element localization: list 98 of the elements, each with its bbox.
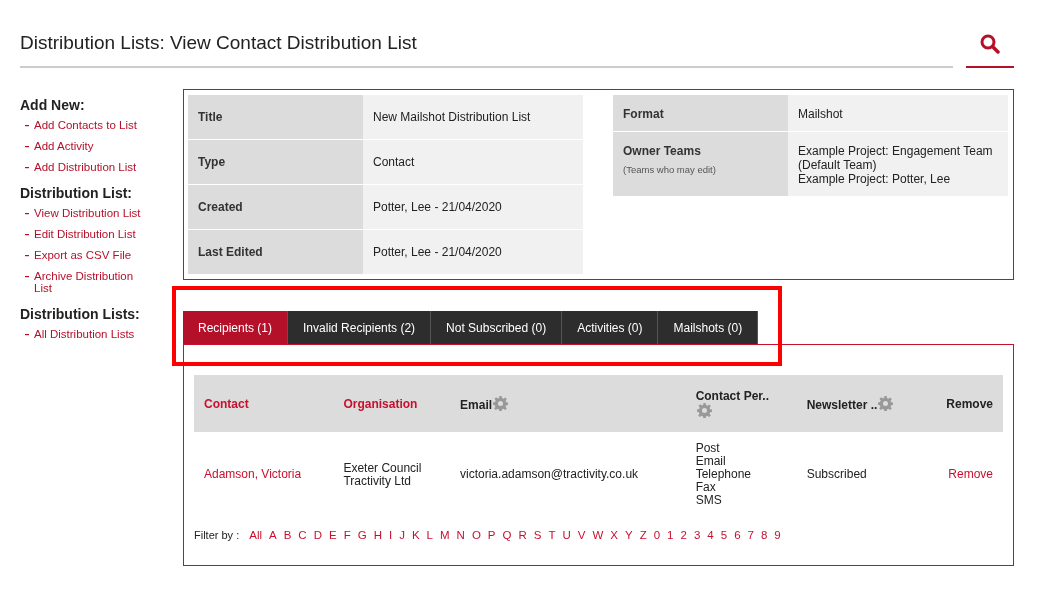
filter-link[interactable]: 1 — [667, 529, 674, 541]
table-cell-text: Fax — [695, 481, 716, 494]
sidebar-link[interactable]: All Distribution Lists — [34, 328, 135, 340]
table-cell-text: Telephone — [695, 468, 752, 481]
filter-link[interactable]: R — [518, 529, 527, 541]
sidebar-heading: Distribution Lists: — [20, 306, 141, 322]
filter-link[interactable]: T — [548, 529, 556, 541]
filter-link[interactable]: Q — [502, 529, 512, 541]
dash-icon — [25, 334, 29, 336]
contact-name-link[interactable]: Adamson, Victoria — [204, 467, 302, 481]
table-cell: victoria.adamson@tractivity.co.uk — [460, 467, 639, 481]
dash-icon — [25, 234, 29, 236]
page-title: Distribution Lists: View Contact Distribution List — [20, 32, 953, 68]
detail-label: Owner Teams — [623, 144, 702, 158]
filter-link[interactable]: B — [283, 529, 292, 541]
sidebar-link[interactable]: Add Distribution List — [34, 161, 137, 173]
filter-link[interactable]: A — [269, 529, 277, 541]
filter-link[interactable]: 6 — [734, 529, 741, 541]
filter-link[interactable]: F — [343, 529, 351, 541]
detail-label: Last Edited — [188, 230, 363, 274]
dash-icon — [25, 167, 29, 169]
remove-link[interactable]: Remove — [948, 467, 993, 481]
column-header: Email — [460, 397, 493, 412]
dash-icon — [25, 146, 29, 148]
filter-link[interactable]: W — [592, 529, 604, 541]
sidebar-heading: Add New: — [20, 97, 86, 113]
table-cell-text: Tractivity Ltd — [343, 474, 412, 488]
detail-note: (Teams who may edit) — [623, 164, 717, 175]
filter-link[interactable]: O — [471, 529, 481, 541]
sidebar-link[interactable]: View Distribution List — [34, 207, 141, 219]
tab[interactable]: Not Subscribed (0) — [431, 311, 563, 344]
sidebar-link[interactable]: Add Contacts to List — [34, 119, 137, 131]
column-header: Remove — [946, 396, 993, 411]
filter-link[interactable]: N — [456, 529, 465, 541]
detail-value: Potter, Lee - 21/04/2020 — [363, 230, 583, 274]
table-cell-text: SMS — [695, 494, 723, 507]
filter-link[interactable]: G — [357, 529, 367, 541]
filter-link[interactable]: M — [440, 529, 450, 541]
detail-label: Type — [188, 140, 363, 184]
gear-icon[interactable] — [878, 395, 894, 411]
detail-value: Mailshot — [798, 107, 844, 121]
dash-icon — [25, 255, 29, 257]
filter-link[interactable]: H — [373, 529, 382, 541]
detail-value: New Mailshot Distribution List — [363, 95, 583, 139]
filter-link[interactable]: S — [533, 529, 542, 541]
sidebar-link[interactable]: Export as CSV File — [34, 249, 132, 261]
filter-link[interactable]: K — [411, 529, 420, 541]
filter-link[interactable]: 0 — [653, 529, 661, 541]
sidebar-link[interactable]: Edit Distribution List — [34, 228, 136, 240]
filter-link[interactable]: 2 — [680, 529, 687, 541]
column-header: Contact Per.. — [695, 388, 770, 403]
detail-value: Potter, Lee - 21/04/2020 — [363, 185, 583, 229]
filter-link[interactable]: V — [577, 529, 586, 541]
detail-label: Title — [188, 95, 363, 139]
tab[interactable]: Mailshots (0) — [658, 311, 759, 344]
tab[interactable]: Activities (0) — [562, 311, 659, 344]
filter-link[interactable]: 8 — [760, 529, 768, 541]
detail-value: Contact — [363, 140, 583, 184]
table-cell-text: Exeter Council — [343, 461, 423, 475]
column-header-link[interactable]: Organisation — [343, 396, 418, 411]
tab[interactable]: Recipients (1) — [183, 311, 289, 344]
tab[interactable]: Invalid Recipients (2) — [288, 311, 432, 344]
filter-link[interactable]: E — [329, 529, 337, 541]
filter-link[interactable]: All — [249, 529, 262, 541]
dash-icon — [25, 213, 29, 215]
column-header: Newsletter .. — [806, 397, 878, 412]
filter-link[interactable]: D — [313, 529, 322, 541]
filter-link[interactable]: I — [388, 529, 393, 541]
filter-link[interactable]: Y — [625, 529, 633, 541]
column-header-link[interactable]: Contact — [204, 396, 249, 411]
detail-value: Example Project: Engagement Team (Default Team) — [798, 144, 994, 172]
sidebar-heading: Distribution List: — [20, 185, 133, 201]
table-cell-text: Email — [695, 455, 727, 468]
gear-icon[interactable] — [696, 402, 712, 418]
gear-icon[interactable] — [493, 395, 509, 411]
detail-label: Created — [188, 185, 363, 229]
filter-link[interactable]: J — [399, 529, 405, 541]
table-cell-text: Post — [695, 442, 721, 455]
sidebar-link[interactable]: Add Activity — [34, 140, 94, 152]
search-icon — [980, 34, 1000, 54]
detail-label: Format — [623, 107, 665, 121]
filter-link[interactable]: C — [298, 529, 307, 541]
detail-value: Example Project: Potter, Lee — [798, 172, 952, 186]
filter-link[interactable]: 5 — [720, 529, 728, 541]
dash-icon — [25, 125, 29, 127]
filter-label: Filter by : — [194, 529, 240, 541]
filter-link[interactable]: Z — [639, 529, 647, 541]
table-cell: Subscribed — [806, 467, 867, 481]
filter-link[interactable]: L — [426, 529, 433, 541]
filter-link[interactable]: P — [487, 529, 496, 541]
sidebar-link[interactable]: Archive Distribution List — [34, 270, 149, 294]
filter-link[interactable]: 3 — [693, 529, 701, 541]
filter-link[interactable]: 7 — [747, 529, 754, 541]
filter-link[interactable]: X — [610, 529, 618, 541]
filter-link[interactable]: U — [562, 529, 571, 541]
filter-link[interactable]: 4 — [707, 529, 714, 541]
dash-icon — [25, 276, 29, 278]
filter-link[interactable]: 9 — [774, 529, 781, 541]
